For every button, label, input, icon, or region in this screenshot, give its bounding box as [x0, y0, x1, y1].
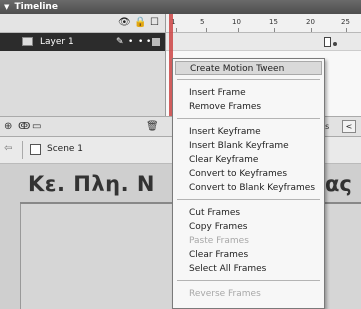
scene-label[interactable]: Scene 1 — [47, 144, 83, 154]
menu-item-clear-frames[interactable]: Clear Frames — [175, 248, 322, 262]
timeline-title: Timeline — [14, 2, 58, 12]
delete-layer-icon[interactable]: 🗑 — [146, 121, 159, 132]
add-layer-icon[interactable]: ⊕ — [4, 121, 12, 132]
layer-column-header: 👁 🔒 ☐ — [0, 14, 165, 33]
ruler-tick — [346, 28, 347, 32]
menu-separator — [177, 199, 320, 200]
menu-item-insert-blank-keyframe[interactable]: Insert Blank Keyframe — [175, 139, 322, 153]
layer-row[interactable]: Layer 1 ✎ • • • — [0, 33, 165, 51]
menu-item-select-all-frames[interactable]: Select All Frames — [175, 262, 322, 276]
menu-item-convert-to-blank-keyframes[interactable]: Convert to Blank Keyframes — [175, 181, 322, 195]
layer-icon — [22, 37, 33, 46]
scroll-left-button[interactable]: < — [342, 120, 356, 133]
menu-item-remove-frames[interactable]: Remove Frames — [175, 100, 322, 114]
ruler-number: 10 — [232, 18, 241, 26]
outline-dot-icon[interactable]: • — [146, 33, 151, 51]
layer-list-empty-area — [0, 51, 165, 116]
menu-item-insert-frame[interactable]: Insert Frame — [175, 86, 322, 100]
end-frame-dot — [333, 42, 337, 46]
stage-title-text-right[interactable]: ας — [325, 172, 352, 196]
add-folder-icon[interactable]: ▭ — [32, 121, 41, 132]
menu-item-cut-frames[interactable]: Cut Frames — [175, 206, 322, 220]
collapse-arrow-icon[interactable]: ▼ — [4, 3, 9, 11]
frame-context-menu: Create Motion Tween Insert Frame Remove … — [172, 58, 325, 309]
add-motion-guide-icon[interactable]: ↂ — [18, 121, 30, 132]
lock-dot-icon[interactable]: • — [138, 33, 143, 51]
lock-icon[interactable]: 🔒 — [134, 18, 146, 28]
ruler-tick — [274, 28, 275, 32]
scene-icon — [30, 144, 41, 155]
ruler-tick — [206, 28, 207, 32]
outline-icon[interactable]: ☐ — [150, 18, 159, 28]
menu-separator — [177, 280, 320, 281]
menu-separator — [177, 118, 320, 119]
ruler-number: 5 — [200, 18, 205, 26]
menu-item-copy-frames[interactable]: Copy Frames — [175, 220, 322, 234]
outline-color-swatch[interactable] — [152, 38, 160, 46]
menu-item-convert-to-keyframes[interactable]: Convert to Keyframes — [175, 167, 322, 181]
timeline-panel-header[interactable]: ▼ Timeline — [0, 0, 361, 14]
ruler-number: 15 — [269, 18, 278, 26]
menu-item-create-motion-tween[interactable]: Create Motion Tween — [175, 61, 322, 75]
menu-item-reverse-frames: Reverse Frames — [189, 289, 261, 299]
keyframe-marker[interactable] — [324, 37, 331, 47]
ruler-number: 20 — [306, 18, 315, 26]
layer-frame-strip[interactable] — [166, 33, 361, 51]
back-arrow-icon[interactable]: ⇦ — [4, 143, 12, 154]
ruler-tick — [311, 28, 312, 32]
ruler-number: 25 — [341, 18, 350, 26]
ruler-tick — [176, 28, 177, 32]
menu-separator — [177, 79, 320, 80]
divider — [22, 141, 23, 159]
visibility-dot-icon[interactable]: • — [128, 33, 133, 51]
ruler-tick — [238, 28, 239, 32]
pencil-icon: ✎ — [116, 37, 124, 47]
menu-item-paste-frames: Paste Frames — [189, 236, 249, 246]
eye-icon[interactable]: 👁 — [118, 18, 131, 28]
menu-item-clear-keyframe[interactable]: Clear Keyframe — [175, 153, 322, 167]
frame-ruler[interactable]: 1 5 10 15 20 25 — [165, 14, 361, 33]
stage-title-text[interactable]: Κε. Πλη. N — [28, 172, 155, 196]
layer-name[interactable]: Layer 1 — [40, 33, 74, 51]
menu-item-insert-keyframe[interactable]: Insert Keyframe — [175, 125, 322, 139]
